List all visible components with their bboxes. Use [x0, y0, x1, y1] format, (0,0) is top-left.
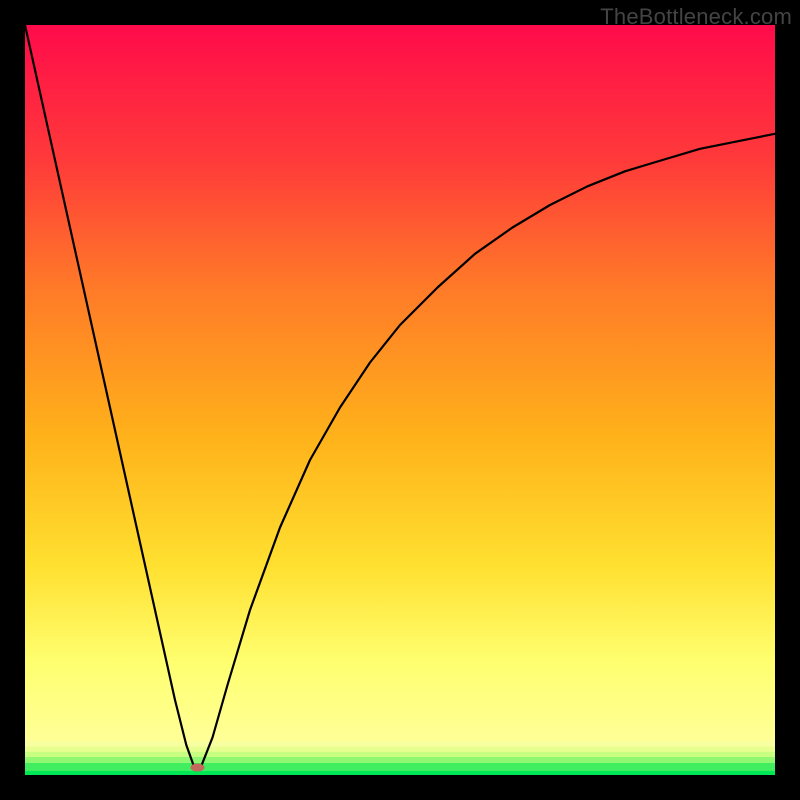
- gradient-background: [25, 25, 775, 775]
- chart-svg: [25, 25, 775, 775]
- bottom-green-bands: [25, 741, 775, 775]
- chart-frame: [25, 25, 775, 775]
- watermark-text: TheBottleneck.com: [600, 4, 792, 30]
- current-point-marker: [191, 764, 205, 772]
